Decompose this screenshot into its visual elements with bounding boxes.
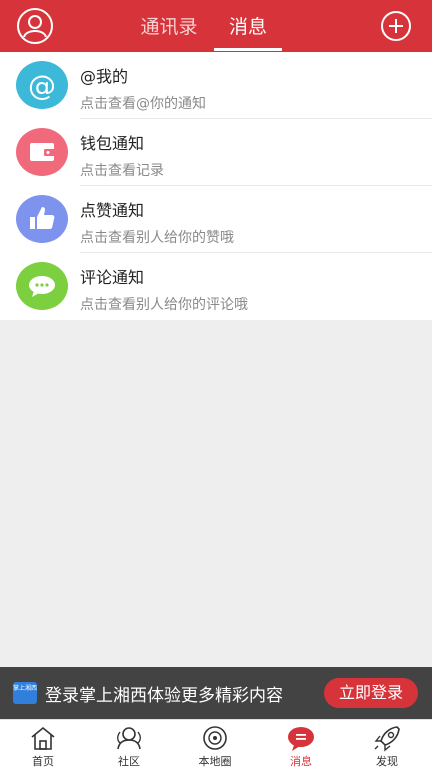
list-item-comments[interactable]: 评论通知 点击查看别人给你的评论哦	[0, 253, 432, 320]
rocket-icon	[374, 726, 400, 752]
app-logo: 掌上湘西	[13, 682, 37, 704]
login-button[interactable]: 立即登录	[324, 678, 418, 708]
tab-label: 本地圈	[198, 755, 232, 768]
item-subtitle: 点击查看别人给你的赞哦	[80, 230, 234, 246]
at-icon: @	[16, 61, 68, 109]
local-circle-icon	[203, 726, 227, 750]
community-icon	[117, 727, 141, 750]
tab-community[interactable]: 社区	[86, 720, 172, 768]
app-logo-text: 掌上湘西	[13, 685, 38, 692]
message-list: @ @我的 点击查看@你的通知 钱包通知 点击查看记录 点赞通知 点击查看别人给…	[0, 52, 432, 320]
item-title: 评论通知	[80, 268, 145, 287]
bottom-tab-bar: 首页 社区 本地圈 消息 发现	[0, 719, 432, 768]
item-title: 点赞通知	[80, 201, 145, 220]
list-item-likes[interactable]: 点赞通知 点击查看别人给你的赞哦	[0, 186, 432, 253]
comment-icon	[16, 262, 68, 310]
tab-label: 首页	[32, 755, 54, 768]
item-title: 钱包通知	[80, 134, 145, 153]
item-subtitle: 点击查看记录	[80, 163, 164, 179]
svg-text:@: @	[28, 69, 56, 102]
active-tab-indicator	[214, 48, 282, 51]
tab-contacts[interactable]: 通讯录	[134, 12, 204, 42]
tab-label: 发现	[376, 755, 398, 768]
tab-label: 消息	[290, 755, 312, 768]
item-title: @我的	[80, 67, 129, 86]
user-circle-icon[interactable]	[17, 8, 53, 44]
login-banner: 掌上湘西 登录掌上湘西体验更多精彩内容 立即登录	[0, 667, 432, 719]
message-icon	[288, 727, 314, 751]
list-item-wallet[interactable]: 钱包通知 点击查看记录	[0, 119, 432, 186]
tab-messages-bottom[interactable]: 消息	[258, 720, 344, 768]
item-subtitle: 点击查看别人给你的评论哦	[80, 297, 248, 313]
wallet-icon	[16, 128, 68, 176]
item-subtitle: 点击查看@你的通知	[80, 96, 206, 112]
list-item-mentions[interactable]: @ @我的 点击查看@你的通知	[0, 52, 432, 119]
banner-text: 登录掌上湘西体验更多精彩内容	[45, 686, 283, 706]
tab-home[interactable]: 首页	[0, 720, 86, 768]
plus-circle-icon[interactable]	[381, 11, 411, 41]
top-bar: 通讯录 消息	[0, 0, 432, 52]
tab-label: 社区	[118, 755, 140, 768]
tab-discover[interactable]: 发现	[344, 720, 430, 768]
home-icon	[31, 726, 55, 750]
tab-local-circle[interactable]: 本地圈	[172, 720, 258, 768]
tab-messages[interactable]: 消息	[214, 12, 282, 42]
thumbs-up-icon	[16, 195, 68, 243]
